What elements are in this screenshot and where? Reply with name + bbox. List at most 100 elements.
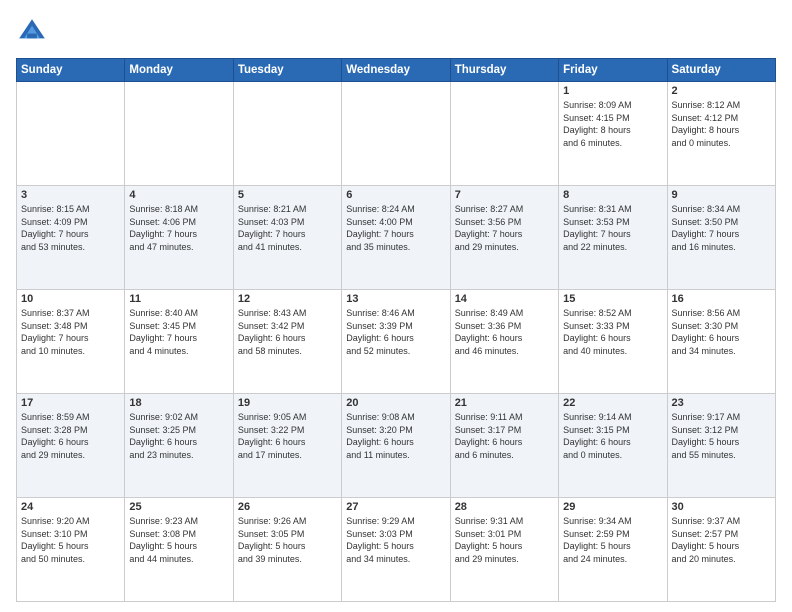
day-number: 13 — [346, 293, 445, 305]
calendar-cell: 30 Sunrise: 9:37 AM Sunset: 2:57 PM Dayli… — [667, 498, 775, 602]
day-info: Sunrise: 9:37 AM Sunset: 2:57 PM Dayligh… — [672, 515, 771, 565]
calendar-cell: 8 Sunrise: 8:31 AM Sunset: 3:53 PM Daylig… — [559, 186, 667, 290]
day-info: Sunrise: 9:23 AM Sunset: 3:08 PM Dayligh… — [129, 515, 228, 565]
calendar-cell: 6 Sunrise: 8:24 AM Sunset: 4:00 PM Daylig… — [342, 186, 450, 290]
calendar-cell: 17 Sunrise: 8:59 AM Sunset: 3:28 PM Dayli… — [17, 394, 125, 498]
day-number: 19 — [238, 397, 337, 409]
day-info: Sunrise: 8:49 AM Sunset: 3:36 PM Dayligh… — [455, 307, 554, 357]
day-info: Sunrise: 8:18 AM Sunset: 4:06 PM Dayligh… — [129, 203, 228, 253]
day-number: 3 — [21, 189, 120, 201]
col-header-monday: Monday — [125, 59, 233, 82]
day-info: Sunrise: 8:52 AM Sunset: 3:33 PM Dayligh… — [563, 307, 662, 357]
calendar-cell: 11Sunrise: 8:40 AM Sunset: 3:45 PM Dayli… — [125, 290, 233, 394]
page: SundayMondayTuesdayWednesdayThursdayFrid… — [0, 0, 792, 612]
calendar-cell: 16 Sunrise: 8:56 AM Sunset: 3:30 PM Dayli… — [667, 290, 775, 394]
calendar-cell: 26 Sunrise: 9:26 AM Sunset: 3:05 PM Dayli… — [233, 498, 341, 602]
day-number: 5 — [238, 189, 337, 201]
col-header-saturday: Saturday — [667, 59, 775, 82]
day-info: Sunrise: 8:21 AM Sunset: 4:03 PM Dayligh… — [238, 203, 337, 253]
day-number: 26 — [238, 501, 337, 513]
day-info: Sunrise: 8:43 AM Sunset: 3:42 PM Dayligh… — [238, 307, 337, 357]
day-info: Sunrise: 9:29 AM Sunset: 3:03 PM Dayligh… — [346, 515, 445, 565]
calendar-cell: 4 Sunrise: 8:18 AM Sunset: 4:06 PM Daylig… — [125, 186, 233, 290]
calendar-cell: 1Sunrise: 8:09 AM Sunset: 4:15 PM Daylig… — [559, 82, 667, 186]
day-info: Sunrise: 8:24 AM Sunset: 4:00 PM Dayligh… — [346, 203, 445, 253]
calendar-cell: 9 Sunrise: 8:34 AM Sunset: 3:50 PM Daylig… — [667, 186, 775, 290]
day-number: 27 — [346, 501, 445, 513]
day-info: Sunrise: 8:46 AM Sunset: 3:39 PM Dayligh… — [346, 307, 445, 357]
day-number: 20 — [346, 397, 445, 409]
calendar-cell: 7Sunrise: 8:27 AM Sunset: 3:56 PM Daylig… — [450, 186, 558, 290]
day-info: Sunrise: 9:14 AM Sunset: 3:15 PM Dayligh… — [563, 411, 662, 461]
day-number: 15 — [563, 293, 662, 305]
calendar-cell: 27 Sunrise: 9:29 AM Sunset: 3:03 PM Dayli… — [342, 498, 450, 602]
day-info: Sunrise: 8:12 AM Sunset: 4:12 PM Dayligh… — [672, 99, 771, 149]
day-number: 8 — [563, 189, 662, 201]
day-info: Sunrise: 9:02 AM Sunset: 3:25 PM Dayligh… — [129, 411, 228, 461]
calendar-cell: 23Sunrise: 9:17 AM Sunset: 3:12 PM Dayli… — [667, 394, 775, 498]
day-info: Sunrise: 8:34 AM Sunset: 3:50 PM Dayligh… — [672, 203, 771, 253]
calendar-cell — [233, 82, 341, 186]
calendar-cell: 2 Sunrise: 8:12 AM Sunset: 4:12 PM Daylig… — [667, 82, 775, 186]
col-header-wednesday: Wednesday — [342, 59, 450, 82]
calendar-cell: 29 Sunrise: 9:34 AM Sunset: 2:59 PM Dayli… — [559, 498, 667, 602]
calendar-cell: 22 Sunrise: 9:14 AM Sunset: 3:15 PM Dayli… — [559, 394, 667, 498]
day-number: 9 — [672, 189, 771, 201]
day-number: 2 — [672, 85, 771, 97]
calendar-cell: 13 Sunrise: 8:46 AM Sunset: 3:39 PM Dayli… — [342, 290, 450, 394]
day-info: Sunrise: 9:20 AM Sunset: 3:10 PM Dayligh… — [21, 515, 120, 565]
day-number: 22 — [563, 397, 662, 409]
day-number: 29 — [563, 501, 662, 513]
logo — [16, 16, 52, 48]
day-number: 18 — [129, 397, 228, 409]
col-header-tuesday: Tuesday — [233, 59, 341, 82]
calendar-table: SundayMondayTuesdayWednesdayThursdayFrid… — [16, 58, 776, 602]
day-number: 23 — [672, 397, 771, 409]
day-number: 21 — [455, 397, 554, 409]
day-info: Sunrise: 8:40 AM Sunset: 3:45 PM Dayligh… — [129, 307, 228, 357]
calendar-cell: 21Sunrise: 9:11 AM Sunset: 3:17 PM Dayli… — [450, 394, 558, 498]
day-number: 4 — [129, 189, 228, 201]
day-number: 28 — [455, 501, 554, 513]
logo-icon — [16, 16, 48, 48]
day-info: Sunrise: 8:09 AM Sunset: 4:15 PM Dayligh… — [563, 99, 662, 149]
calendar-cell: 12 Sunrise: 8:43 AM Sunset: 3:42 PM Dayli… — [233, 290, 341, 394]
day-info: Sunrise: 9:34 AM Sunset: 2:59 PM Dayligh… — [563, 515, 662, 565]
calendar-cell: 20Sunrise: 9:08 AM Sunset: 3:20 PM Dayli… — [342, 394, 450, 498]
calendar-cell: 10Sunrise: 8:37 AM Sunset: 3:48 PM Dayli… — [17, 290, 125, 394]
day-info: Sunrise: 9:31 AM Sunset: 3:01 PM Dayligh… — [455, 515, 554, 565]
calendar-cell — [342, 82, 450, 186]
day-info: Sunrise: 8:37 AM Sunset: 3:48 PM Dayligh… — [21, 307, 120, 357]
calendar-cell — [17, 82, 125, 186]
day-number: 24 — [21, 501, 120, 513]
calendar-cell: 14Sunrise: 8:49 AM Sunset: 3:36 PM Dayli… — [450, 290, 558, 394]
day-info: Sunrise: 8:56 AM Sunset: 3:30 PM Dayligh… — [672, 307, 771, 357]
day-info: Sunrise: 8:59 AM Sunset: 3:28 PM Dayligh… — [21, 411, 120, 461]
header — [16, 16, 776, 48]
day-number: 30 — [672, 501, 771, 513]
day-number: 17 — [21, 397, 120, 409]
calendar-week-0: 1Sunrise: 8:09 AM Sunset: 4:15 PM Daylig… — [17, 82, 776, 186]
day-number: 12 — [238, 293, 337, 305]
day-number: 16 — [672, 293, 771, 305]
calendar-cell — [450, 82, 558, 186]
calendar-cell: 28 Sunrise: 9:31 AM Sunset: 3:01 PM Dayli… — [450, 498, 558, 602]
day-info: Sunrise: 8:31 AM Sunset: 3:53 PM Dayligh… — [563, 203, 662, 253]
day-number: 7 — [455, 189, 554, 201]
col-header-sunday: Sunday — [17, 59, 125, 82]
day-number: 25 — [129, 501, 228, 513]
day-info: Sunrise: 9:26 AM Sunset: 3:05 PM Dayligh… — [238, 515, 337, 565]
col-header-thursday: Thursday — [450, 59, 558, 82]
day-number: 6 — [346, 189, 445, 201]
calendar-week-2: 10Sunrise: 8:37 AM Sunset: 3:48 PM Dayli… — [17, 290, 776, 394]
col-header-friday: Friday — [559, 59, 667, 82]
calendar-header-row: SundayMondayTuesdayWednesdayThursdayFrid… — [17, 59, 776, 82]
calendar-cell: 19Sunrise: 9:05 AM Sunset: 3:22 PM Dayli… — [233, 394, 341, 498]
calendar-week-1: 3 Sunrise: 8:15 AM Sunset: 4:09 PM Daylig… — [17, 186, 776, 290]
calendar-week-4: 24 Sunrise: 9:20 AM Sunset: 3:10 PM Dayli… — [17, 498, 776, 602]
calendar-cell: 5 Sunrise: 8:21 AM Sunset: 4:03 PM Daylig… — [233, 186, 341, 290]
calendar-cell — [125, 82, 233, 186]
calendar-cell: 18 Sunrise: 9:02 AM Sunset: 3:25 PM Dayli… — [125, 394, 233, 498]
day-info: Sunrise: 8:15 AM Sunset: 4:09 PM Dayligh… — [21, 203, 120, 253]
calendar-cell: 24 Sunrise: 9:20 AM Sunset: 3:10 PM Dayli… — [17, 498, 125, 602]
